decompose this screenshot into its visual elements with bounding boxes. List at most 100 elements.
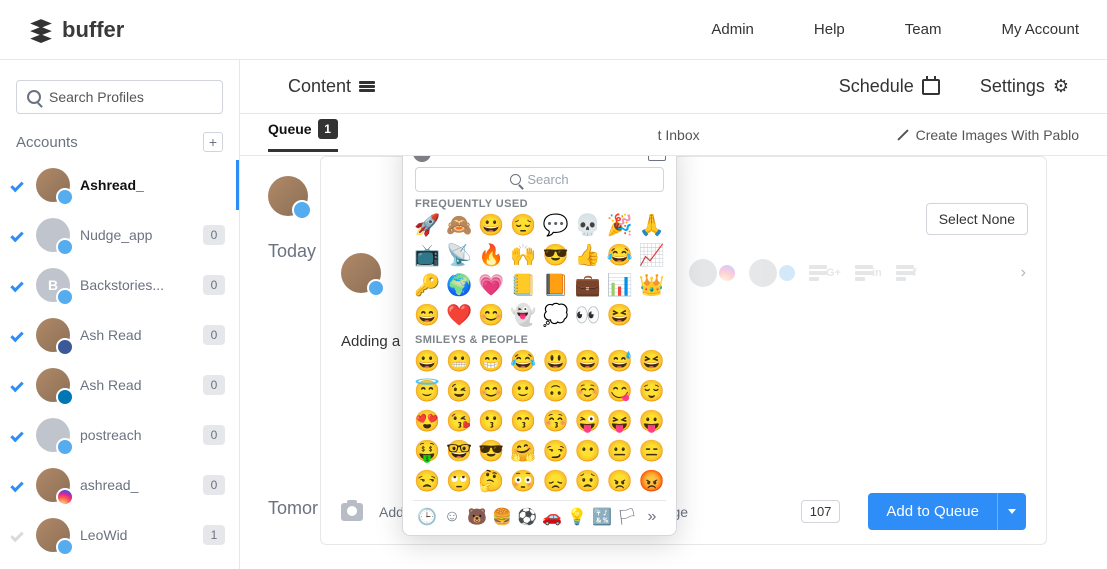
emoji-category[interactable]: 🐻 <box>467 507 487 527</box>
emoji[interactable]: 👑 <box>638 272 666 298</box>
emoji[interactable]: 🙃 <box>542 378 570 404</box>
emoji[interactable]: 😬 <box>445 348 473 374</box>
emoji[interactable]: 😆 <box>638 348 666 374</box>
ghost-profile[interactable] <box>749 259 795 287</box>
emoji[interactable]: 🤓 <box>445 438 473 464</box>
emoji[interactable]: 😜 <box>574 408 602 434</box>
add-to-queue-button[interactable]: Add to Queue <box>868 493 1026 530</box>
chevron-right-icon[interactable]: › <box>1021 264 1026 282</box>
emoji[interactable]: ☺️ <box>574 378 602 404</box>
emoji[interactable]: 🙏 <box>638 212 666 238</box>
ghost-profile[interactable]: f <box>896 265 917 281</box>
emoji[interactable]: 🤔 <box>477 468 505 494</box>
emoji[interactable]: 😶 <box>574 438 602 464</box>
emoji-category[interactable]: 🕒 <box>417 507 437 527</box>
tab-settings[interactable]: Settings ⚙ <box>980 76 1069 97</box>
emoji[interactable]: 📒 <box>509 272 537 298</box>
add-to-queue-dropdown[interactable] <box>997 493 1026 530</box>
emoji[interactable]: 📈 <box>638 242 666 268</box>
emoji[interactable]: 😔 <box>509 212 537 238</box>
add-account-button[interactable]: + <box>203 132 223 152</box>
emoji[interactable]: 😝 <box>606 408 634 434</box>
emoji[interactable]: 😌 <box>638 378 666 404</box>
emoji[interactable]: 😋 <box>606 378 634 404</box>
nav-team[interactable]: Team <box>905 21 942 38</box>
composer-active-profile[interactable] <box>341 253 381 293</box>
emoji-category[interactable]: 🚗 <box>542 507 562 527</box>
emoji[interactable]: 😊 <box>477 378 505 404</box>
emoji[interactable]: 📡 <box>445 242 473 268</box>
emoji[interactable]: 😏 <box>542 438 570 464</box>
emoji[interactable]: 😐 <box>606 438 634 464</box>
calendar-icon[interactable] <box>648 156 666 161</box>
emoji-category[interactable]: 🔣 <box>592 507 612 527</box>
emoji[interactable]: 👍 <box>574 242 602 268</box>
emoji[interactable]: 😄 <box>413 302 441 328</box>
emoji[interactable]: 📊 <box>606 272 634 298</box>
account-row[interactable]: LeoWid1 <box>0 510 239 560</box>
emoji[interactable]: 🔑 <box>413 272 441 298</box>
account-row[interactable]: Ash Read0 <box>0 360 239 410</box>
emoji-category[interactable]: ☺ <box>442 507 462 527</box>
account-row[interactable]: Ash Read0 <box>0 310 239 360</box>
emoji[interactable]: 🤑 <box>413 438 441 464</box>
emoji[interactable]: 🙌 <box>509 242 537 268</box>
pablo-link[interactable]: Create Images With Pablo <box>896 127 1079 143</box>
emoji[interactable]: 😎 <box>542 242 570 268</box>
account-row[interactable]: Nudge_app0 <box>0 210 239 260</box>
emoji[interactable]: 😆 <box>606 302 634 328</box>
tab-schedule[interactable]: Schedule <box>839 76 940 97</box>
emoji[interactable]: 🎉 <box>606 212 634 238</box>
emoji[interactable]: 🙈 <box>445 212 473 238</box>
emoji[interactable]: 🤗 <box>509 438 537 464</box>
emoji[interactable] <box>638 302 666 328</box>
emoji-category[interactable]: ⚽ <box>517 507 537 527</box>
emoji-search[interactable]: Search <box>415 167 664 192</box>
account-row[interactable]: BBackstories...0 <box>0 260 239 310</box>
emoji[interactable]: 😂 <box>606 242 634 268</box>
emoji[interactable]: 😇 <box>413 378 441 404</box>
emoji[interactable]: 👻 <box>509 302 537 328</box>
nav-help[interactable]: Help <box>814 21 845 38</box>
emoji-category[interactable]: 🍔 <box>492 507 512 527</box>
nav-admin[interactable]: Admin <box>711 21 754 38</box>
ghost-profile[interactable] <box>689 259 735 287</box>
emoji[interactable]: 💬 <box>542 212 570 238</box>
emoji[interactable]: 😞 <box>542 468 570 494</box>
emoji[interactable]: 🙄 <box>445 468 473 494</box>
tab-content[interactable]: Content <box>288 76 375 97</box>
account-row[interactable]: ashread_0 <box>0 460 239 510</box>
emoji[interactable]: 😀 <box>413 348 441 374</box>
emoji[interactable]: 😟 <box>574 468 602 494</box>
account-row[interactable]: Ashread_ <box>0 160 239 210</box>
camera-icon[interactable] <box>341 503 363 521</box>
emoji[interactable]: 🔥 <box>477 242 505 268</box>
ghost-profile[interactable]: in <box>855 265 882 281</box>
emoji[interactable]: 😊 <box>477 302 505 328</box>
emoji-category[interactable]: 💡 <box>567 507 587 527</box>
emoji[interactable]: 😛 <box>638 408 666 434</box>
emoji[interactable]: 💼 <box>574 272 602 298</box>
emoji-category[interactable]: » <box>642 507 662 527</box>
subtab-inbox-partial[interactable]: t Inbox <box>658 127 700 143</box>
emoji[interactable]: 😙 <box>509 408 537 434</box>
emoji[interactable]: 😀 <box>477 212 505 238</box>
emoji[interactable]: 😳 <box>509 468 537 494</box>
emoji[interactable]: 😂 <box>509 348 537 374</box>
ghost-profile[interactable]: G+ <box>809 265 841 281</box>
emoji[interactable]: 😒 <box>413 468 441 494</box>
emoji[interactable]: 💀 <box>574 212 602 238</box>
emoji[interactable]: 😘 <box>445 408 473 434</box>
emoji[interactable]: 😚 <box>542 408 570 434</box>
subtab-queue[interactable]: Queue 1 <box>268 119 338 152</box>
emoji-category[interactable]: 🏳 <box>617 507 637 527</box>
emoji[interactable]: 🚀 <box>413 212 441 238</box>
emoji[interactable]: 😍 <box>413 408 441 434</box>
emoji[interactable]: 📺 <box>413 242 441 268</box>
profile-search[interactable]: Search Profiles <box>16 80 223 114</box>
emoji[interactable]: ❤️ <box>445 302 473 328</box>
select-none-button[interactable]: Select None <box>926 203 1028 235</box>
emoji[interactable]: 😃 <box>542 348 570 374</box>
emoji[interactable]: 😎 <box>477 438 505 464</box>
emoji[interactable]: 👀 <box>574 302 602 328</box>
